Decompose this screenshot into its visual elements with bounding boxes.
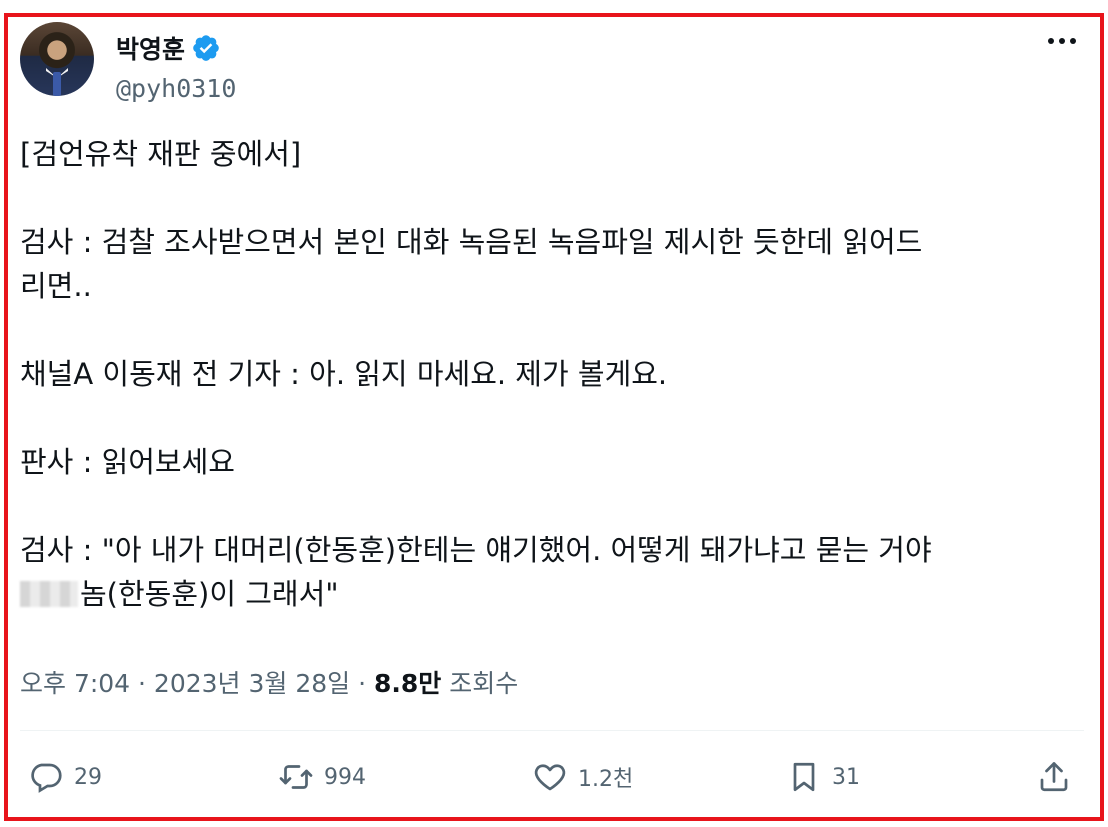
tweet-spacer bbox=[20, 396, 1080, 440]
bookmark-button[interactable]: 31 bbox=[786, 754, 860, 800]
blurred-redaction bbox=[20, 581, 78, 607]
bookmark-icon bbox=[793, 762, 815, 792]
reply-count: 29 bbox=[74, 764, 102, 790]
verified-badge-icon bbox=[193, 35, 219, 61]
tweet-spacer bbox=[20, 484, 1080, 528]
tweet-line: [검언유착 재판 중에서] bbox=[20, 137, 302, 171]
tweet-timestamp[interactable]: 오후 7:04 · 2023년 3월 28일 · bbox=[20, 669, 374, 698]
reply-button[interactable]: 29 bbox=[28, 754, 102, 800]
tweet-line: 리면.. bbox=[20, 269, 92, 303]
retweet-icon bbox=[279, 765, 313, 789]
like-count: 1.2천 bbox=[578, 767, 634, 792]
tweet-spacer bbox=[20, 308, 1080, 352]
share-button[interactable] bbox=[1036, 754, 1072, 800]
tweet-text: [검언유착 재판 중에서] 검사 : 검찰 조사받으면서 본인 대화 녹음된 녹… bbox=[20, 132, 1080, 616]
views-count: 8.8만 bbox=[374, 669, 442, 698]
tweet-line: 판사 : 읽어보세요 bbox=[20, 445, 235, 479]
action-bar: 29 994 1.2천 31 bbox=[20, 754, 1084, 800]
more-dot bbox=[1048, 38, 1054, 44]
divider bbox=[20, 730, 1084, 731]
tweet-spacer bbox=[20, 176, 1080, 220]
author-handle[interactable]: @pyh0310 bbox=[116, 74, 236, 103]
tweet-line: 채널A 이동재 전 기자 : 아. 읽지 마세요. 제가 볼게요. bbox=[20, 357, 668, 391]
retweet-button[interactable]: 994 bbox=[278, 754, 366, 800]
views-label: 조회수 bbox=[441, 669, 519, 698]
author-name-row[interactable]: 박영훈 bbox=[116, 30, 221, 66]
retweet-count: 994 bbox=[324, 764, 366, 790]
more-dot bbox=[1070, 38, 1076, 44]
tweet-line-last: 놈(한동훈)이 그래서" bbox=[20, 572, 1080, 616]
avatar-tie bbox=[53, 72, 61, 96]
author-name[interactable]: 박영훈 bbox=[116, 30, 185, 66]
heart-icon bbox=[534, 764, 566, 791]
tweet-line-text: 놈(한동훈)이 그래서" bbox=[80, 577, 339, 611]
more-options-icon[interactable] bbox=[1048, 38, 1076, 44]
reply-icon bbox=[31, 763, 62, 793]
avatar[interactable] bbox=[20, 22, 94, 96]
share-icon bbox=[1040, 762, 1068, 792]
tweet-line: 검사 : "아 내가 대머리(한동훈)한테는 얘기했어. 어떻게 돼가냐고 묻는… bbox=[20, 533, 932, 567]
bookmark-count: 31 bbox=[832, 764, 860, 790]
tweet-meta: 오후 7:04 · 2023년 3월 28일 · 8.8만 조회수 bbox=[20, 664, 518, 700]
more-dot bbox=[1059, 38, 1065, 44]
tweet-line: 검사 : 검찰 조사받으면서 본인 대화 녹음된 녹음파일 제시한 듯한데 읽어… bbox=[20, 225, 923, 259]
like-button[interactable]: 1.2천 bbox=[532, 754, 633, 800]
